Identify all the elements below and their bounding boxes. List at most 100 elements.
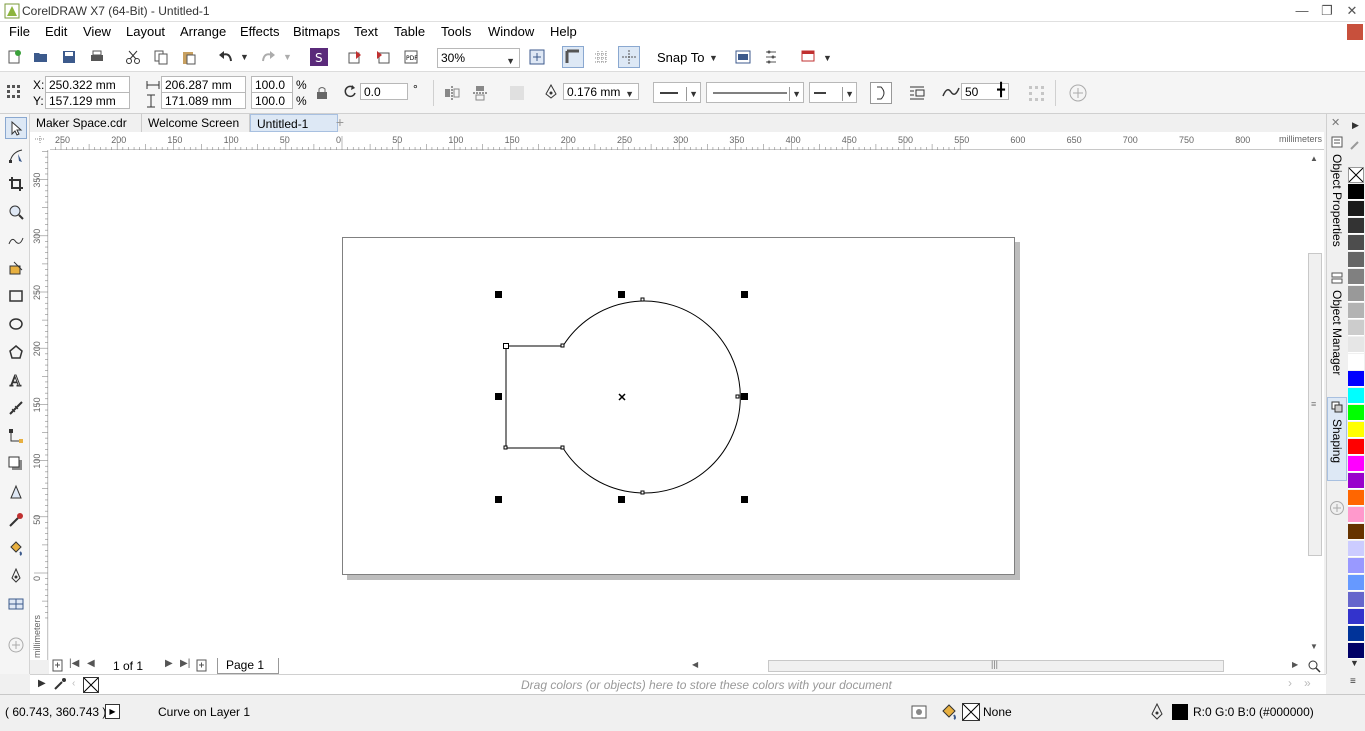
application-launcher-icon[interactable] <box>797 46 819 68</box>
crop-tool-icon[interactable] <box>5 173 27 195</box>
color-swatch[interactable] <box>1348 388 1364 404</box>
previous-page-icon[interactable]: ◀ <box>87 658 95 669</box>
rectangle-tool-icon[interactable] <box>5 285 27 307</box>
menu-bitmaps[interactable]: Bitmaps <box>293 24 340 39</box>
line-style-select[interactable]: ▼ <box>706 82 804 103</box>
polygon-tool-icon[interactable] <box>5 341 27 363</box>
copy-icon[interactable] <box>150 46 172 68</box>
new-document-icon[interactable] <box>3 46 25 68</box>
docpal-no-color-swatch[interactable] <box>83 677 99 693</box>
interactive-fill-tool-icon[interactable] <box>5 537 27 559</box>
navigator-icon[interactable] <box>1306 658 1324 674</box>
color-swatch[interactable] <box>1348 184 1364 200</box>
new-tab-icon[interactable]: + <box>331 115 349 131</box>
color-swatch[interactable] <box>1348 609 1364 625</box>
color-swatch[interactable] <box>1348 201 1364 217</box>
color-swatch[interactable] <box>1348 490 1364 506</box>
menu-tools[interactable]: Tools <box>441 24 471 39</box>
freehand-tool-icon[interactable] <box>5 229 27 251</box>
start-arrowhead-select[interactable]: ▼ <box>653 82 701 103</box>
color-swatch[interactable] <box>1348 592 1364 608</box>
fill-none-swatch[interactable] <box>962 703 980 721</box>
convert-to-curves-icon[interactable] <box>506 82 528 104</box>
search-content-icon[interactable]: S <box>308 46 330 68</box>
open-icon[interactable] <box>30 46 52 68</box>
menu-view[interactable]: View <box>83 24 111 39</box>
y-position-field[interactable]: 157.129 mm <box>45 92 130 109</box>
scroll-up-icon[interactable]: ▲ <box>1310 154 1318 163</box>
color-swatch[interactable] <box>1348 456 1364 472</box>
zoom-level-field[interactable]: 30% ▼ <box>437 48 520 68</box>
color-swatch[interactable] <box>1348 507 1364 523</box>
restore-button[interactable]: ❐ <box>1315 2 1339 20</box>
color-swatch[interactable] <box>1348 626 1364 642</box>
color-swatch[interactable] <box>1348 269 1364 285</box>
show-grid-icon[interactable] <box>590 46 612 68</box>
smart-drawing-tool-icon[interactable] <box>5 565 27 587</box>
outline-color-swatch[interactable] <box>1172 704 1188 720</box>
ruler-origin[interactable] <box>30 132 50 150</box>
close-curve-icon[interactable] <box>870 82 892 104</box>
text-tool-icon[interactable]: A <box>5 369 27 391</box>
docker-tab-object-properties[interactable]: Object Properties <box>1330 154 1344 247</box>
select-all-nodes-icon[interactable] <box>1025 82 1047 104</box>
horizontal-scroll-thumb[interactable]: ||| <box>768 659 1224 672</box>
color-swatch[interactable] <box>1348 320 1364 336</box>
color-swatch[interactable] <box>1348 286 1364 302</box>
docpal-scroll-right-icon[interactable]: › <box>1288 676 1292 690</box>
object-origin-icon[interactable] <box>3 81 25 103</box>
palette-options-icon[interactable]: ≡ <box>1350 676 1356 687</box>
scroll-down-icon[interactable]: ▼ <box>1310 642 1318 651</box>
color-swatch[interactable] <box>1348 473 1364 489</box>
coreldraw-app-icon[interactable] <box>4 3 20 19</box>
rotation-field[interactable]: 0.0 <box>360 83 408 100</box>
vertical-ruler[interactable]: 350 300 250 200 150 100 50 0 millimeters <box>30 150 48 660</box>
color-swatch[interactable] <box>1348 558 1364 574</box>
pick-tool-icon[interactable] <box>5 117 27 139</box>
redo-icon[interactable] <box>257 46 279 68</box>
docpal-scroll-end-icon[interactable]: » <box>1304 676 1311 690</box>
options-icon[interactable] <box>760 46 782 68</box>
vertical-scroll-thumb[interactable]: ≡ <box>1308 253 1322 556</box>
undo-icon[interactable] <box>215 46 237 68</box>
show-rulers-icon[interactable] <box>562 46 584 68</box>
color-swatch[interactable] <box>1348 371 1364 387</box>
user-icon[interactable] <box>1347 24 1363 40</box>
zoom-tool-icon[interactable] <box>5 201 27 223</box>
tab-maker-space[interactable]: Maker Space.cdr <box>30 114 142 132</box>
close-docker-icon[interactable]: ✕ <box>1331 116 1340 129</box>
line-style-dropdown-icon[interactable]: ▼ <box>789 87 801 101</box>
menu-help[interactable]: Help <box>550 24 577 39</box>
smart-fill-tool-icon[interactable] <box>5 257 27 279</box>
redo-dropdown-icon[interactable]: ▼ <box>283 52 292 62</box>
add-docker-icon[interactable] <box>1329 500 1345 519</box>
add-tool-icon[interactable] <box>5 634 27 656</box>
color-swatch[interactable] <box>1348 439 1364 455</box>
show-guidelines-icon[interactable] <box>618 46 640 68</box>
paste-icon[interactable] <box>178 46 200 68</box>
end-arrowhead-select[interactable]: ▼ <box>809 82 857 103</box>
color-proofing-icon[interactable] <box>911 704 927 723</box>
drop-shadow-tool-icon[interactable] <box>5 453 27 475</box>
export-icon[interactable] <box>372 46 394 68</box>
height-field[interactable]: 171.089 mm <box>161 92 246 109</box>
first-page-icon[interactable]: |◀ <box>69 658 79 669</box>
vertical-scrollbar[interactable]: ▲ ≡ ▼ <box>1306 150 1324 658</box>
transparency-tool-icon[interactable] <box>5 481 27 503</box>
outline-width-dropdown-icon[interactable]: ▼ <box>625 87 634 101</box>
color-swatch[interactable] <box>1348 252 1364 268</box>
print-icon[interactable] <box>86 46 108 68</box>
menu-layout[interactable]: Layout <box>126 24 165 39</box>
menu-text[interactable]: Text <box>354 24 378 39</box>
start-arrowhead-dropdown-icon[interactable]: ▼ <box>686 87 698 101</box>
scroll-left-icon[interactable]: ◀ <box>692 660 698 669</box>
menu-edit[interactable]: Edit <box>45 24 67 39</box>
shape-tool-icon[interactable] <box>5 145 27 167</box>
cut-icon[interactable] <box>122 46 144 68</box>
minimize-button[interactable]: — <box>1290 2 1314 20</box>
page-tab-page-1[interactable]: Page 1 <box>217 658 279 674</box>
scale-height-field[interactable]: 100.0 <box>251 92 293 109</box>
outline-width-field[interactable]: 0.176 mm ▼ <box>563 83 639 100</box>
palette-scroll-down-icon[interactable]: ▼ <box>1350 658 1359 668</box>
color-swatch[interactable] <box>1348 235 1364 251</box>
